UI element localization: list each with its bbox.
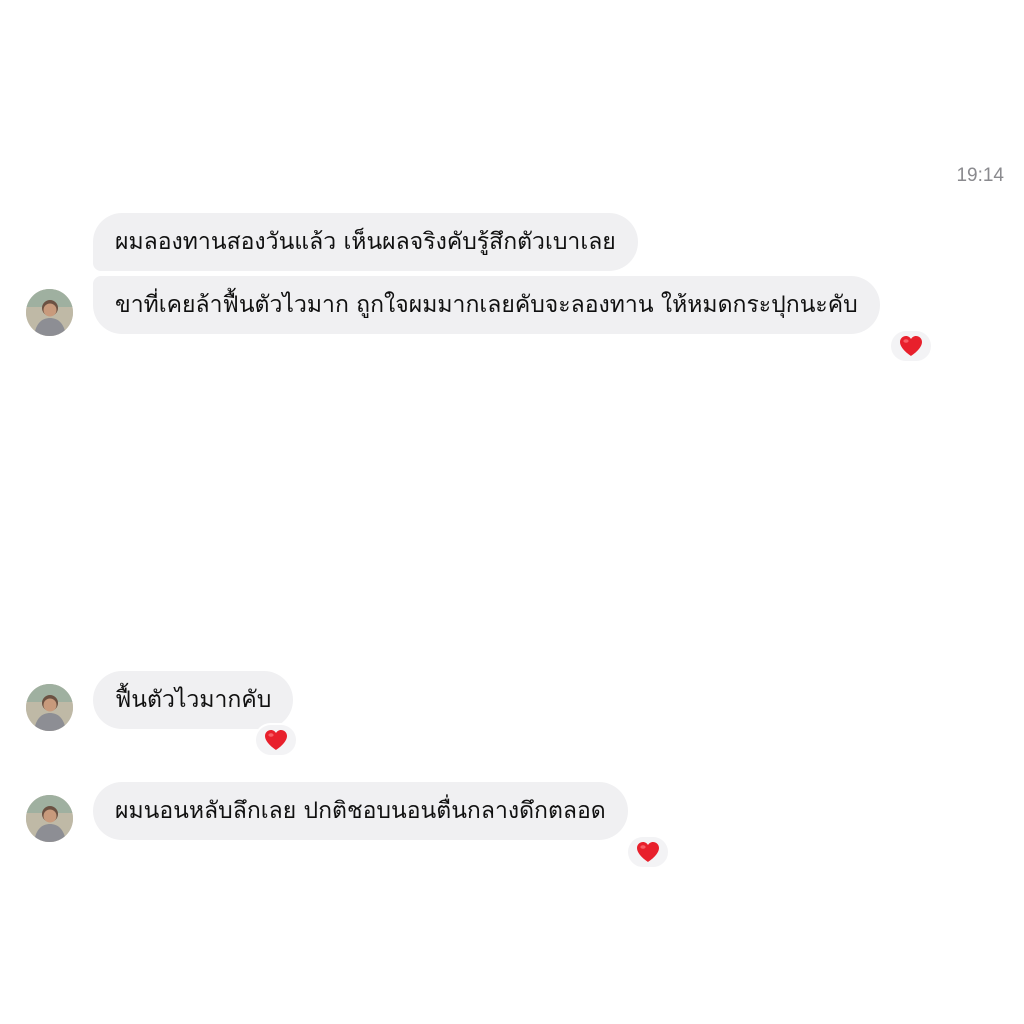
message-bubble[interactable]: ผมลองทานสองวันแล้ว เห็นผลจริงคับรู้สึกตั… [93, 213, 638, 271]
message-reaction[interactable] [254, 723, 298, 757]
message-text: ผมนอนหลับลึกเลย ปกติชอบนอนตื่นกลางดึกตลอ… [115, 798, 606, 824]
heart-icon [900, 336, 922, 356]
message-timestamp: 19:14 [956, 165, 1004, 186]
message-text: ขาที่เคยล้าฟื้นตัวไวมาก ถูกใจผมมากเลยคับ… [115, 292, 858, 318]
profile-photo-icon [26, 684, 73, 731]
chat-thread: 19:14 ผมลองทานสองวันแล้ว เห็นผลจริงคับรู… [0, 0, 1024, 1024]
message-text: ผมลองทานสองวันแล้ว เห็นผลจริงคับรู้สึกตั… [115, 229, 616, 255]
avatar[interactable] [26, 795, 73, 842]
profile-photo-icon [26, 795, 73, 842]
message-bubble[interactable]: ผมนอนหลับลึกเลย ปกติชอบนอนตื่นกลางดึกตลอ… [93, 782, 628, 840]
profile-photo-icon [26, 289, 73, 336]
message-text: ฟื้นตัวไวมากคับ [115, 687, 272, 713]
message-reaction[interactable] [889, 329, 933, 363]
message-reaction[interactable] [626, 835, 670, 869]
heart-icon [265, 730, 287, 750]
message-bubble[interactable]: ฟื้นตัวไวมากคับ [93, 671, 294, 729]
avatar[interactable] [26, 289, 73, 336]
avatar[interactable] [26, 684, 73, 731]
message-bubble[interactable]: ขาที่เคยล้าฟื้นตัวไวมาก ถูกใจผมมากเลยคับ… [93, 276, 880, 334]
heart-icon [637, 842, 659, 862]
